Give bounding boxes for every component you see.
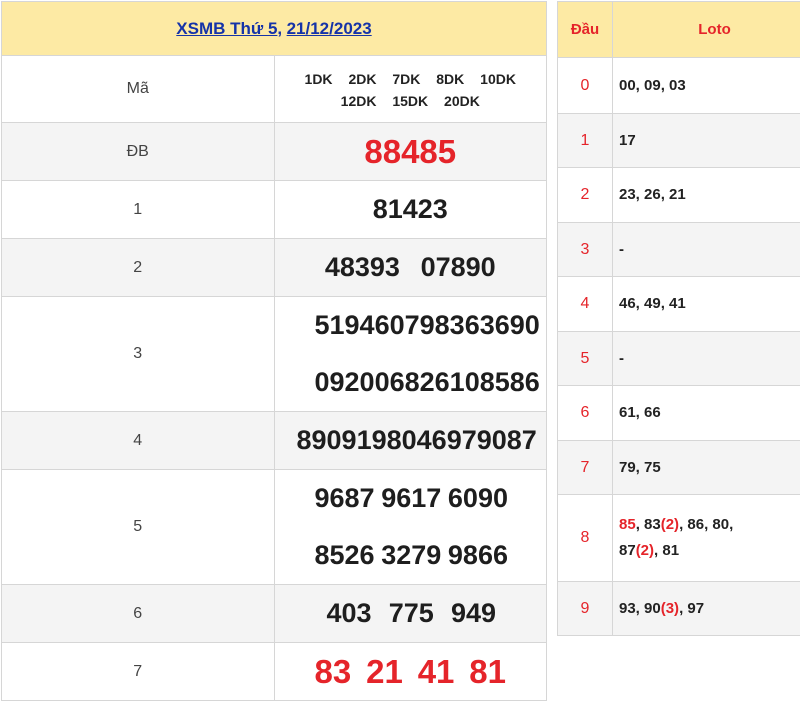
- g7-label: 7: [2, 643, 275, 701]
- prize-g4-cell: 8909 1980 4697 9087: [274, 412, 547, 470]
- loto-values: -: [613, 332, 800, 386]
- prize-g1: 81423: [373, 194, 448, 225]
- prize-g5: 6090: [448, 483, 508, 514]
- ma-code: 7DK: [392, 71, 420, 87]
- prize-g3: 63690: [465, 310, 540, 341]
- ma-code: 1DK: [305, 71, 333, 87]
- prize-g7: 41: [418, 653, 455, 691]
- title-link[interactable]: XSMB Thứ 5: [176, 19, 277, 38]
- loto-count: (3): [661, 600, 679, 617]
- loto-head-dau: Đầu: [558, 2, 613, 58]
- loto-dau: 8: [558, 495, 613, 582]
- ma-code: 8DK: [436, 71, 464, 87]
- prize-g3: 09200: [315, 367, 390, 398]
- prize-g6-cell: 403 775 949: [274, 585, 547, 643]
- loto-dau: 1: [558, 114, 613, 168]
- prize-g3-cell: 51946 07983 63690 09200 68261 08586: [274, 297, 547, 412]
- ma-code: 10DK: [480, 71, 516, 87]
- results-table: XSMB Thứ 5, 21/12/2023 Mã 1DK 2DK 7DK 8D…: [1, 1, 547, 701]
- prize-g6: 949: [451, 598, 496, 629]
- loto-values: 79, 75: [613, 441, 800, 495]
- title-separator: ,: [277, 19, 282, 38]
- prize-g6: 403: [327, 598, 372, 629]
- prize-g5: 3279: [381, 540, 441, 571]
- loto-head-loto: Loto: [613, 2, 800, 58]
- loto-dau: 2: [558, 168, 613, 223]
- prize-g5: 8526: [315, 540, 375, 571]
- prize-g7: 83: [315, 653, 352, 691]
- prize-g4: 1980: [357, 425, 417, 456]
- prize-g3: 68261: [390, 367, 465, 398]
- prize-g5-cell: 9687 9617 6090 8526 3279 9866: [274, 470, 547, 585]
- prize-g4: 8909: [297, 425, 357, 456]
- db-label: ĐB: [2, 123, 275, 181]
- g2-label: 2: [2, 239, 275, 297]
- loto-part: , 81: [654, 542, 679, 559]
- loto-dau: 7: [558, 441, 613, 495]
- ma-code: 20DK: [444, 93, 480, 109]
- prize-g3: 08586: [465, 367, 540, 398]
- loto-part: , 83: [636, 516, 661, 533]
- prize-g1-cell: 81423: [274, 181, 547, 239]
- prize-g5: 9687: [315, 483, 375, 514]
- loto-values: 00, 09, 03: [613, 58, 800, 114]
- loto-part: 87: [619, 542, 636, 559]
- prize-g2: 07890: [421, 252, 496, 283]
- loto-count: (2): [661, 516, 679, 533]
- g3-label: 3: [2, 297, 275, 412]
- loto-table: Đầu Loto 0 00, 09, 03 1 17 2 23, 26, 21 …: [557, 1, 800, 636]
- g5-label: 5: [2, 470, 275, 585]
- g1-label: 1: [2, 181, 275, 239]
- prize-g7: 81: [469, 653, 506, 691]
- prize-g5: 9617: [381, 483, 441, 514]
- loto-values: 17: [613, 114, 800, 168]
- ma-code: 15DK: [392, 93, 428, 109]
- ma-label: Mã: [2, 56, 275, 123]
- ma-code: 12DK: [341, 93, 377, 109]
- loto-values: 85, 83(2), 86, 80,87(2), 81: [613, 495, 800, 582]
- ma-codes: 1DK 2DK 7DK 8DK 10DK 12DK 15DK 20DK: [274, 56, 547, 123]
- loto-part: 93, 90: [619, 600, 661, 617]
- loto-part: , 97: [679, 600, 704, 617]
- loto-values: 23, 26, 21: [613, 168, 800, 223]
- prize-db: 88485: [364, 133, 456, 171]
- loto-values: 46, 49, 41: [613, 277, 800, 332]
- loto-values: 61, 66: [613, 386, 800, 441]
- prize-g2-cell: 48393 07890: [274, 239, 547, 297]
- loto-dau: 4: [558, 277, 613, 332]
- g4-label: 4: [2, 412, 275, 470]
- loto-values: 93, 90(3), 97: [613, 582, 800, 636]
- loto-part: , 86, 80,: [679, 516, 733, 533]
- loto-dau: 5: [558, 332, 613, 386]
- prize-g7: 21: [366, 653, 403, 691]
- loto-dau: 6: [558, 386, 613, 441]
- g6-label: 6: [2, 585, 275, 643]
- prize-g3: 07983: [390, 310, 465, 341]
- results-header: XSMB Thứ 5, 21/12/2023: [2, 2, 547, 56]
- ma-code: 2DK: [348, 71, 376, 87]
- loto-dau: 3: [558, 223, 613, 277]
- prize-g4: 9087: [477, 425, 537, 456]
- prize-g2: 48393: [325, 252, 400, 283]
- date-link[interactable]: 21/12/2023: [287, 19, 372, 38]
- prize-g7-cell: 83 21 41 81: [274, 643, 547, 701]
- prize-g5: 9866: [448, 540, 508, 571]
- loto-hl: 85: [619, 516, 636, 533]
- prize-db-cell: 88485: [274, 123, 547, 181]
- loto-dau: 0: [558, 58, 613, 114]
- loto-values: -: [613, 223, 800, 277]
- prize-g3: 51946: [315, 310, 390, 341]
- prize-g4: 4697: [417, 425, 477, 456]
- loto-dau: 9: [558, 582, 613, 636]
- loto-count: (2): [636, 542, 654, 559]
- prize-g6: 775: [389, 598, 434, 629]
